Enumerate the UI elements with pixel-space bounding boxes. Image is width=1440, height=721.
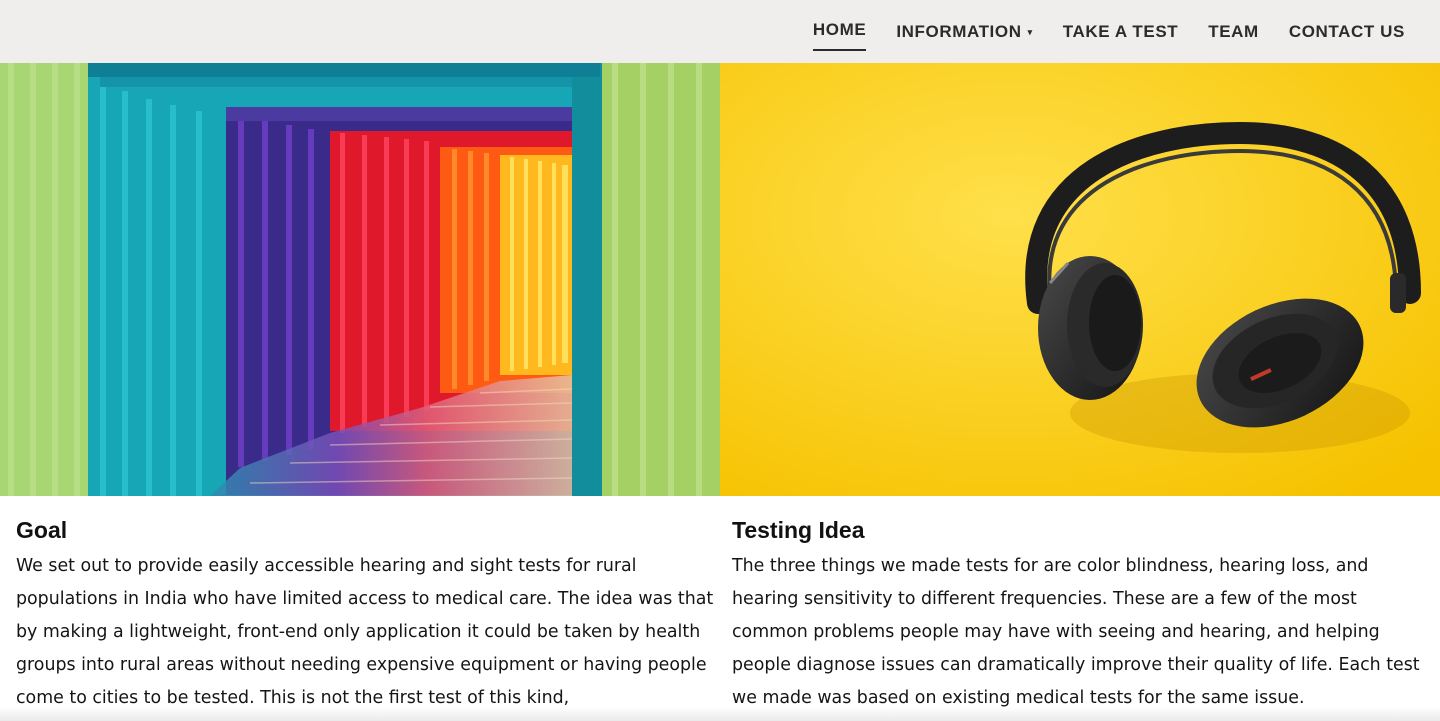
nav-menu: HOME INFORMATION ▾ TAKE A TEST TEAM CONT…: [783, 0, 1405, 63]
headphones-image: [720, 63, 1440, 496]
nav-information[interactable]: INFORMATION ▾: [896, 17, 1032, 47]
nav-information-label: INFORMATION: [896, 21, 1022, 41]
nav-take-a-test-label: TAKE A TEST: [1062, 21, 1179, 41]
testing-idea-heading: Testing Idea: [732, 517, 865, 543]
top-navbar: HOME INFORMATION ▾ TAKE A TEST TEAM CONT…: [0, 0, 1440, 63]
nav-contact-us[interactable]: CONTACT US: [1289, 17, 1405, 47]
goal-heading: Goal: [16, 517, 68, 543]
nav-home-label: HOME: [812, 19, 867, 39]
nav-contact-us-label: CONTACT US: [1288, 21, 1405, 41]
nav-team[interactable]: TEAM: [1208, 17, 1259, 47]
testing-idea-body: The three things we made tests for are c…: [732, 556, 1420, 708]
chevron-down-icon: ▾: [1027, 27, 1033, 37]
hero-images: [0, 63, 1440, 496]
nav-take-a-test[interactable]: TAKE A TEST: [1063, 17, 1179, 47]
bottom-fade: [0, 707, 1440, 721]
nav-team-label: TEAM: [1208, 21, 1259, 41]
nav-home[interactable]: HOME: [812, 15, 867, 51]
rainbow-tunnel-image: [0, 63, 720, 496]
testing-idea-section: Testing Idea The three things we made te…: [732, 514, 1432, 715]
goal-body: We set out to provide easily accessible …: [16, 556, 714, 708]
goal-section: Goal We set out to provide easily access…: [16, 514, 716, 715]
